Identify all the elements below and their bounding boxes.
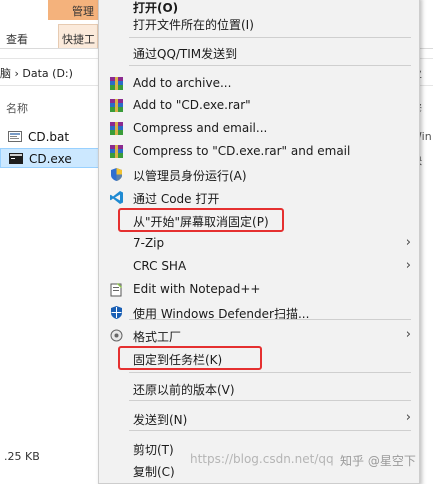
menu-item-add-to-rar[interactable]: Add to "CD.exe.rar": [99, 94, 419, 116]
tab-manage-label: 管理: [72, 5, 94, 18]
winrar-icon: [110, 122, 123, 135]
highlight-box-unpin: [118, 208, 284, 232]
menu-item-label: 发送到(N): [133, 413, 188, 427]
menu-item-open-with-code[interactable]: 通过 Code 打开: [99, 186, 419, 208]
menu-item-7zip[interactable]: 7-Zip ›: [99, 232, 419, 254]
menu-item-label: 复制(C): [133, 465, 175, 479]
chevron-right-icon: ›: [405, 235, 411, 250]
menu-item-label: Compress and email...: [133, 121, 268, 135]
menu-item-compress-to-rar-and-email[interactable]: Compress to "CD.exe.rar" and email: [99, 140, 419, 162]
menu-item-crc-sha[interactable]: CRC SHA ›: [99, 255, 419, 277]
menu-item-run-as-admin[interactable]: 以管理员身份运行(A): [99, 163, 419, 185]
menu-item-label: 通过 Code 打开: [133, 192, 220, 206]
chevron-right-icon: ›: [405, 410, 411, 425]
menu-item-label: Add to archive...: [133, 76, 232, 90]
chevron-right-icon: ›: [405, 327, 411, 342]
tab-view[interactable]: 查看: [6, 31, 28, 47]
column-header-name[interactable]: 名称: [6, 100, 28, 116]
menu-item-open-file-location[interactable]: 打开文件所在的位置(I): [99, 12, 419, 34]
file-name: CD.exe: [29, 152, 72, 166]
menu-item-restore-previous-versions[interactable]: 还原以前的版本(V): [99, 377, 419, 399]
uac-shield-icon: [111, 168, 122, 181]
menu-item-label: 7-Zip: [133, 236, 165, 250]
vscode-icon: [110, 191, 123, 204]
winrar-icon: [110, 99, 123, 112]
status-bar-size: .25 KB: [4, 450, 40, 463]
format-factory-icon: [110, 329, 123, 342]
windows-defender-icon: [111, 306, 122, 319]
menu-separator: [129, 65, 411, 66]
context-menu: 打开(O) 打开文件所在的位置(I) 通过QQ/TIM发送到 Add to ar…: [98, 0, 420, 484]
menu-item-send-to[interactable]: 发送到(N) ›: [99, 407, 419, 429]
menu-item-compress-and-email[interactable]: Compress and email...: [99, 117, 419, 139]
watermark-author: 知乎 @星空下: [340, 454, 416, 468]
winrar-icon: [110, 145, 123, 158]
notepad-plus-plus-icon: [110, 283, 122, 297]
menu-item-format-factory[interactable]: 格式工厂 ›: [99, 324, 419, 346]
menu-item-label: 还原以前的版本(V): [133, 383, 235, 397]
menu-item-label: CRC SHA: [133, 259, 187, 273]
batch-file-icon: [8, 131, 22, 142]
menu-separator: [129, 430, 411, 431]
menu-separator: [129, 319, 411, 320]
menu-separator: [129, 372, 411, 373]
menu-item-label: 打开文件所在的位置(I): [133, 18, 254, 32]
menu-item-label: Edit with Notepad++: [133, 282, 261, 296]
chevron-right-icon: ›: [405, 258, 411, 273]
file-name: CD.bat: [28, 130, 70, 144]
menu-item-edit-with-notepad-plus-plus[interactable]: Edit with Notepad++: [99, 278, 419, 300]
menu-separator: [129, 37, 411, 38]
file-row[interactable]: CD.bat: [0, 127, 100, 147]
tab-shortcut-tools-label: 快捷工: [62, 33, 95, 46]
menu-item-add-to-archive[interactable]: Add to archive...: [99, 72, 419, 94]
menu-separator: [129, 400, 411, 401]
menu-item-label: 格式工厂: [133, 330, 182, 344]
menu-item-label: 以管理员身份运行(A): [133, 169, 247, 183]
winrar-icon: [110, 77, 123, 90]
breadcrumb[interactable]: 脑 › Data (D:): [0, 65, 73, 81]
menu-item-label: 剪切(T): [133, 443, 174, 457]
file-row-selected[interactable]: CD.exe: [0, 148, 100, 168]
watermark-url: https://blog.csdn.net/qq: [190, 452, 334, 466]
executable-file-icon: [9, 153, 23, 164]
menu-item-label: Add to "CD.exe.rar": [133, 98, 251, 112]
highlight-box-pin-taskbar: [118, 346, 262, 370]
menu-item-send-via-qq[interactable]: 通过QQ/TIM发送到: [99, 41, 419, 63]
menu-item-label: 通过QQ/TIM发送到: [133, 47, 238, 61]
menu-item-label: Compress to "CD.exe.rar" and email: [133, 144, 351, 158]
